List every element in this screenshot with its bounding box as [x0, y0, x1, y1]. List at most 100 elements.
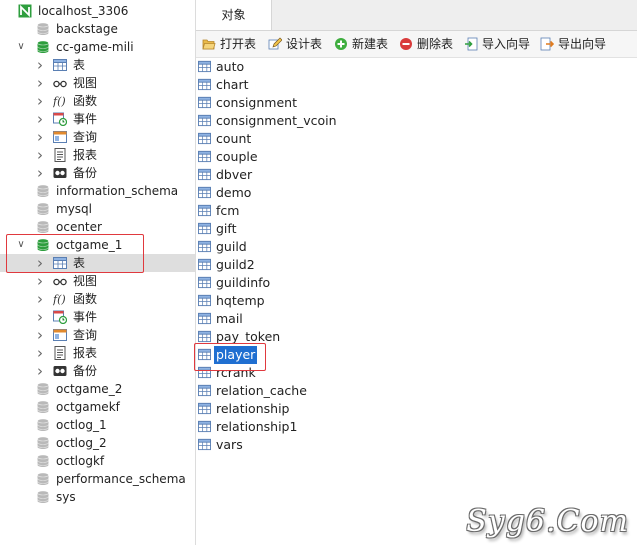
table-name: auto: [216, 59, 245, 74]
chevron-right-icon[interactable]: ›: [34, 290, 46, 308]
query-icon: [53, 328, 67, 342]
table-name: couple: [216, 149, 258, 164]
chevron-right-icon[interactable]: ›: [34, 272, 46, 290]
tree-label: 报表: [73, 148, 98, 162]
tree-label: 表: [73, 58, 86, 72]
table-name: fcm: [216, 203, 240, 218]
tree-db-item[interactable]: ocenter: [0, 218, 195, 236]
tree-db-child[interactable]: › 查询: [0, 326, 195, 344]
tree-db-child[interactable]: › 视图: [0, 74, 195, 92]
table-icon: [197, 204, 212, 217]
database-icon: [36, 22, 50, 36]
table-name: gift: [216, 221, 237, 236]
tree-db-item[interactable]: backstage: [0, 20, 195, 38]
tree-db-child[interactable]: › 备份: [0, 164, 195, 182]
table-name: relationship1: [216, 419, 298, 434]
tree-label: sys: [56, 490, 76, 504]
chevron-right-icon[interactable]: ›: [34, 326, 46, 344]
chevron-right-icon[interactable]: ›: [34, 128, 46, 146]
tree-db-item[interactable]: octgame_2: [0, 380, 195, 398]
table-name: consignment_vcoin: [216, 113, 337, 128]
design-table-label: 设计表: [286, 37, 323, 51]
table-name: relation_cache: [216, 383, 307, 398]
design-pencil-icon: [268, 37, 282, 50]
database-icon: [36, 454, 50, 468]
tree-db-child[interactable]: › 备份: [0, 362, 195, 380]
tree-db-child[interactable]: › f() 函数: [0, 92, 195, 110]
table-name: hqtemp: [216, 293, 265, 308]
tree-label: 事件: [73, 112, 98, 126]
folder-open-icon: [202, 39, 216, 50]
table-icon: [197, 96, 212, 109]
database-icon: [36, 436, 50, 450]
tree-db-child[interactable]: › 报表: [0, 146, 195, 164]
tree-db-item[interactable]: octlog_2: [0, 434, 195, 452]
table-icon: [197, 186, 212, 199]
tree-db-item[interactable]: performance_schema: [0, 470, 195, 488]
table-icon: [53, 58, 67, 72]
tree-label: 报表: [73, 346, 98, 360]
tree-db-child[interactable]: › 报表: [0, 344, 195, 362]
tree-db-child[interactable]: › 视图: [0, 272, 195, 290]
chevron-right-icon[interactable]: ›: [34, 146, 46, 164]
table-name: pay_token: [216, 329, 281, 344]
table-icon: [197, 150, 212, 163]
import-wizard-label: 导入向导: [482, 37, 531, 51]
tree-db-child[interactable]: › 事件: [0, 110, 195, 128]
chevron-right-icon[interactable]: ›: [34, 344, 46, 362]
tree-label: backstage: [56, 22, 118, 36]
function-icon: f(): [52, 94, 67, 108]
chevron-right-icon[interactable]: ›: [34, 110, 46, 128]
database-icon: [36, 490, 50, 504]
chevron-down-icon[interactable]: ∨: [15, 236, 27, 254]
svg-text:f(): f(): [53, 293, 66, 306]
tree-db-child[interactable]: › 表: [0, 254, 195, 272]
tree-db-child[interactable]: › f() 函数: [0, 290, 195, 308]
connection-tree: localhost_3306 backstage ∨ cc-game-mili › 表 › 视…: [0, 0, 196, 545]
tree-label: 函数: [73, 292, 98, 306]
table-icon: [197, 276, 212, 289]
chevron-right-icon[interactable]: ›: [34, 308, 46, 326]
tree-db-child[interactable]: › 表: [0, 56, 195, 74]
table-name: mail: [216, 311, 243, 326]
chevron-down-icon[interactable]: ∨: [15, 38, 27, 56]
table-icon: [197, 402, 212, 415]
table-name: player: [214, 346, 258, 364]
chevron-right-icon[interactable]: ›: [34, 92, 46, 110]
tree-label: ocenter: [56, 220, 102, 234]
tree-label: mysql: [56, 202, 92, 216]
tree-label: 备份: [73, 166, 98, 180]
table-icon: [197, 384, 212, 397]
objects-panel: 对象 打开表 设计表 新建表 删除表 导入向导 导出向导 auto chart …: [194, 0, 637, 545]
tree-db-item[interactable]: octlog_1: [0, 416, 195, 434]
tree-db-item[interactable]: sys: [0, 488, 195, 506]
table-name: demo: [216, 185, 252, 200]
tree-db-item[interactable]: octlogkf: [0, 452, 195, 470]
chevron-right-icon[interactable]: ›: [34, 56, 46, 74]
chevron-right-icon[interactable]: ›: [34, 362, 46, 380]
table-name: count: [216, 131, 252, 146]
tree-db-item[interactable]: information_schema: [0, 182, 195, 200]
tree-db-item[interactable]: mysql: [0, 200, 195, 218]
table-name: rcrank: [216, 365, 256, 380]
export-icon: [540, 37, 554, 51]
tree-db-child[interactable]: › 查询: [0, 128, 195, 146]
event-clock-icon: [53, 112, 68, 127]
table-icon: [197, 222, 212, 235]
chevron-right-icon[interactable]: ›: [34, 74, 46, 92]
tab-bar: 对象: [196, 0, 637, 31]
backup-icon: [53, 364, 67, 378]
tree-label: octlog_1: [56, 418, 107, 432]
database-icon: [36, 202, 50, 216]
tree-db-item[interactable]: octgamekf: [0, 398, 195, 416]
table-name: dbver: [216, 167, 253, 182]
tree-db-item[interactable]: ∨ cc-game-mili: [0, 38, 195, 56]
tree-connection[interactable]: localhost_3306: [0, 2, 195, 20]
tree-db-child[interactable]: › 事件: [0, 308, 195, 326]
database-icon: [36, 382, 50, 396]
chevron-right-icon[interactable]: ›: [34, 254, 46, 272]
chevron-right-icon[interactable]: ›: [34, 164, 46, 182]
tree-label: localhost_3306: [38, 4, 129, 18]
tree-db-item[interactable]: ∨ octgame_1: [0, 236, 195, 254]
tab-objects[interactable]: 对象: [196, 0, 272, 30]
